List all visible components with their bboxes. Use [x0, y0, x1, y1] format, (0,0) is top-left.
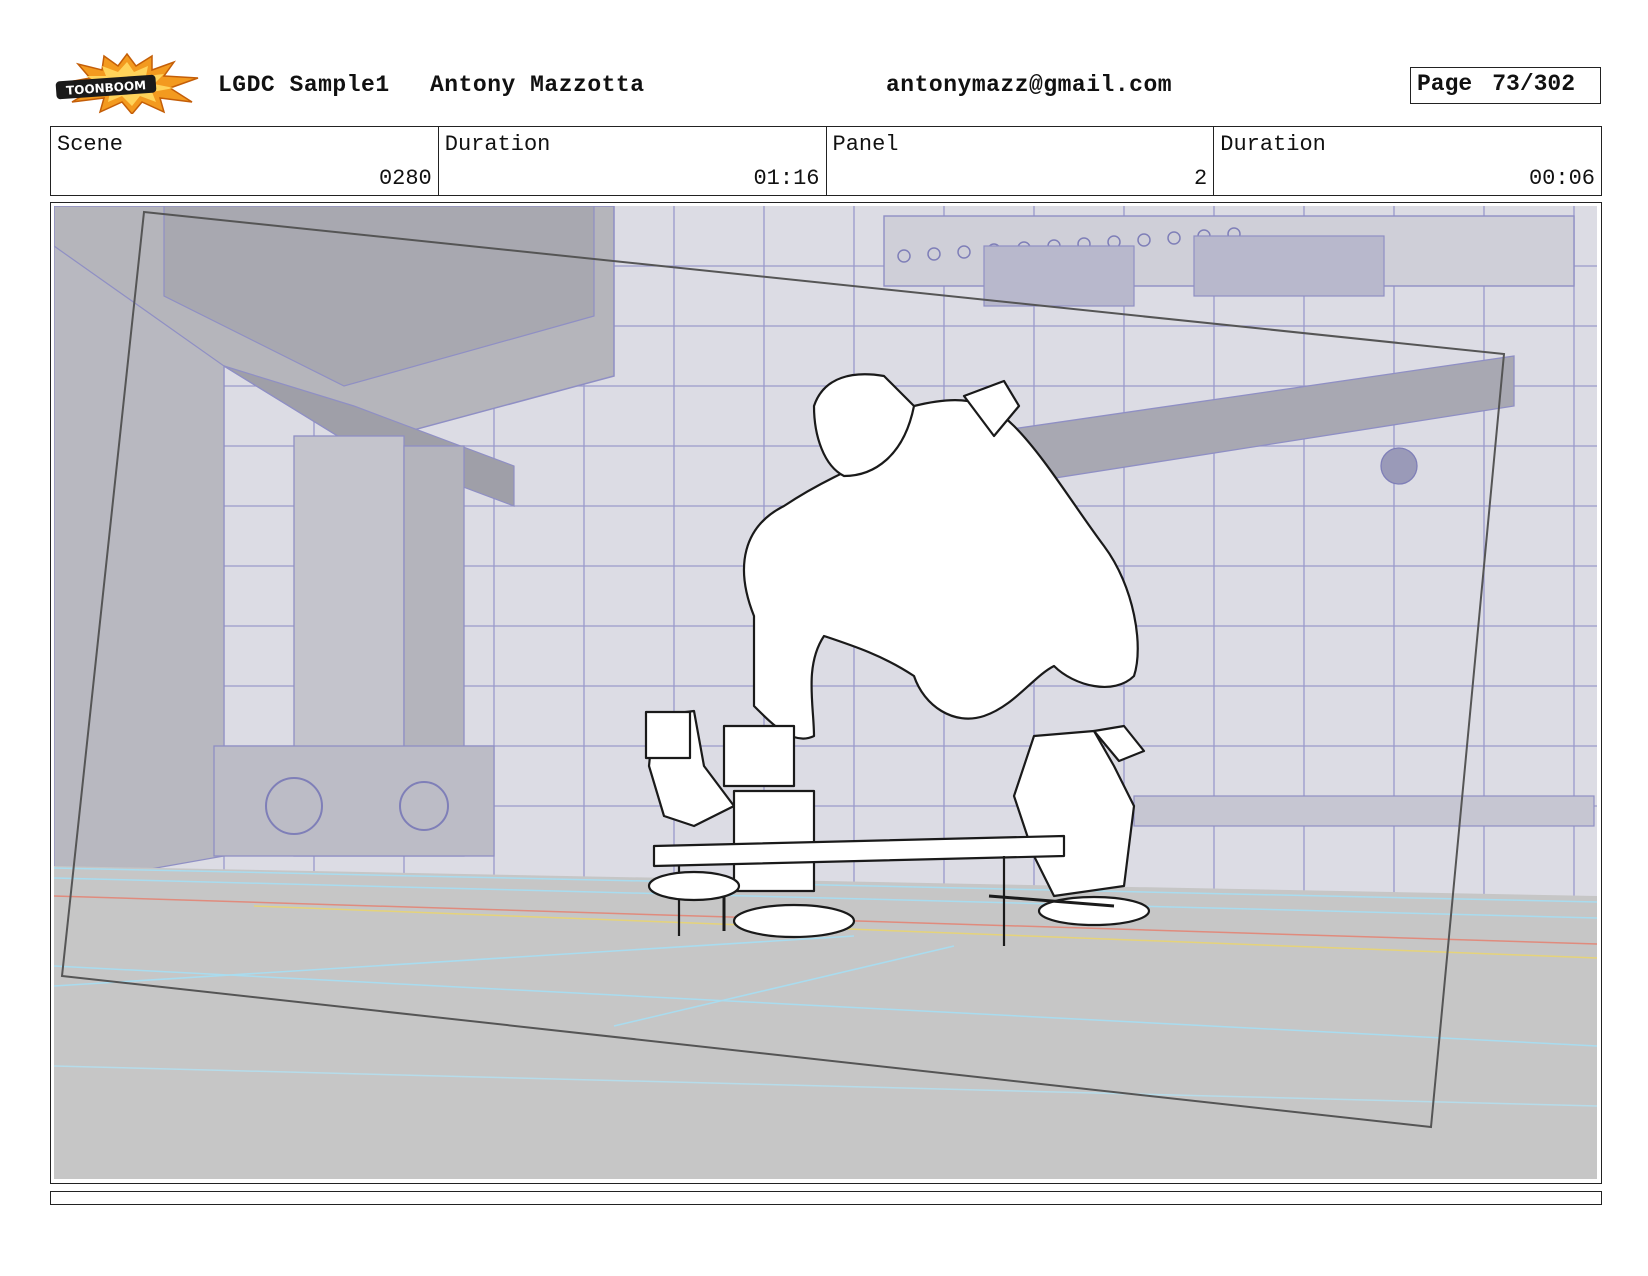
- panel-duration-label: Duration: [1220, 132, 1326, 157]
- page-counter: Page 73/302: [1410, 67, 1601, 104]
- panel-label: Panel: [832, 132, 899, 157]
- page-number: 73/302: [1492, 71, 1576, 97]
- scene-label: Scene: [57, 132, 124, 157]
- panel-cell: Panel 2: [827, 127, 1215, 195]
- storyboard-panel-frame: [50, 202, 1602, 1184]
- panel-duration-value: 00:06: [1528, 166, 1595, 191]
- panel-value: 2: [1194, 166, 1208, 191]
- page-header: TOONBOOM LGDC Sample1 Antony Mazzotta an…: [0, 0, 1648, 120]
- author-name: Antony Mazzotta: [430, 72, 645, 98]
- project-title: LGDC Sample1: [218, 72, 390, 98]
- scene-cell: Scene 0280: [51, 127, 439, 195]
- author-email: antonymazz@gmail.com: [886, 72, 1173, 98]
- scene-duration-cell: Duration 01:16: [439, 127, 827, 195]
- storyboard-drawing: [54, 206, 1597, 1179]
- page-label: Page: [1417, 71, 1473, 97]
- scene-value: 0280: [378, 166, 432, 191]
- scene-duration-value: 01:16: [753, 166, 820, 191]
- scene-duration-label: Duration: [444, 132, 551, 157]
- panel-duration-cell: Duration 00:06: [1214, 127, 1601, 195]
- notes-bar: [50, 1191, 1602, 1205]
- toonboom-logo: TOONBOOM: [52, 52, 202, 116]
- info-bar: Scene 0280 Duration 01:16 Panel 2 Durati…: [50, 126, 1602, 196]
